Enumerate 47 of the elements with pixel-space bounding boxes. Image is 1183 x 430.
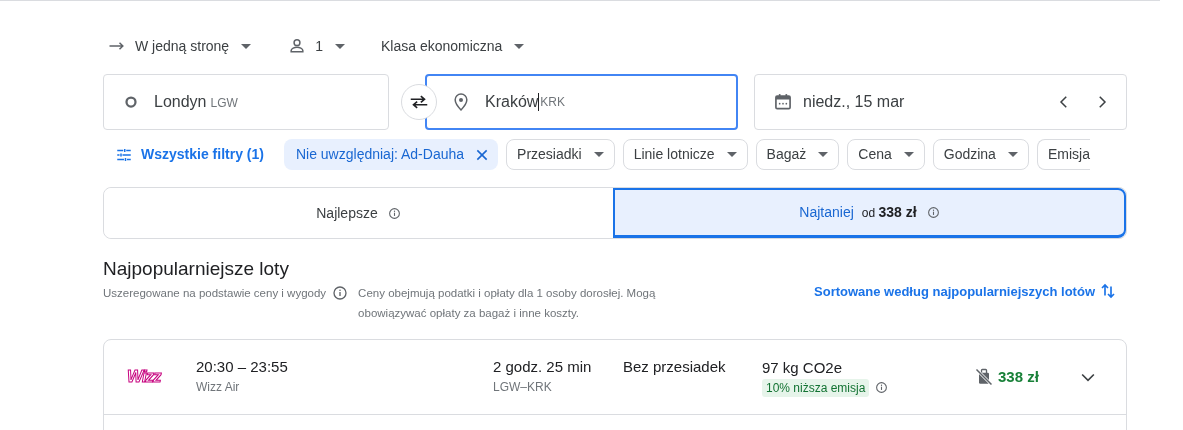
airline-logo: Wizz	[126, 366, 163, 389]
flight-price: 338 zł	[998, 366, 1039, 387]
origin-field[interactable]: Londyn LGW	[103, 74, 389, 130]
filter-dropdown[interactable]: Przesiadki	[506, 139, 615, 170]
caret-icon	[903, 152, 914, 157]
caret-icon	[593, 152, 604, 157]
crossed-out-bag-icon	[974, 367, 994, 387]
airline-name: Wizz Air	[196, 379, 241, 396]
section-title: Najpopularniejsze loty	[103, 257, 290, 281]
caret-icon	[1007, 152, 1018, 157]
passengers-dropdown[interactable]: 1	[283, 32, 353, 60]
stops-info: Bez przesiadek	[623, 357, 727, 377]
all-filters-button[interactable]: Wszystkie filtry (1)	[103, 139, 276, 170]
caret-icon	[818, 152, 829, 157]
info-icon	[332, 285, 349, 301]
route-codes: LGW–KRK	[493, 379, 553, 396]
date-field[interactable]: niedz., 15 mar	[754, 74, 1127, 130]
swap-button[interactable]	[401, 84, 437, 120]
calendar-icon	[773, 92, 793, 112]
trip-type-dropdown[interactable]: W jedną stronę	[103, 32, 260, 60]
cabin-class-dropdown[interactable]: Klasa ekonomiczna	[376, 32, 533, 60]
info-icon	[875, 381, 889, 394]
emissions-badge: 10% niższa emisja	[762, 378, 870, 397]
emissions-value: 97 kg CO2e	[762, 357, 844, 378]
excluded-airport-chip[interactable]: Nie uwzględniaj: Ad-Dauha	[283, 139, 499, 170]
filter-dropdown[interactable]: Emisja	[1036, 139, 1090, 170]
filter-dropdown[interactable]: Godzina	[932, 139, 1029, 170]
flight-times: 20:30 – 23:55	[196, 357, 289, 377]
info-icon	[926, 206, 940, 219]
sort-arrows-icon	[1099, 282, 1117, 300]
filter-dropdown[interactable]: Bagaż	[755, 139, 840, 170]
filter-dropdown[interactable]: Cena	[847, 139, 925, 170]
ranking-note: Uszeregowane na podstawie ceny i wygody	[103, 286, 327, 301]
info-icon	[387, 206, 401, 220]
caret-icon	[334, 43, 345, 49]
destination-field[interactable]: Kraków KRK	[425, 74, 738, 130]
sort-tab[interactable]: Najtaniej od 338 zł	[613, 188, 1126, 238]
caret-icon	[241, 43, 252, 49]
caret-icon	[514, 43, 525, 49]
location-pin-icon	[451, 92, 471, 112]
filter-dropdown[interactable]: Linie lotnicze	[622, 139, 748, 170]
date-value: niedz., 15 mar	[803, 92, 906, 112]
circle-icon	[122, 93, 140, 111]
flight-duration: 2 godz. 25 min	[493, 357, 593, 377]
caret-icon	[726, 152, 737, 157]
price-note: Ceny obejmują podatki i opłaty dla 1 osoby dorosłej. Mogą obowiązywać opłaty za bagaż i inne koszty.	[358, 286, 657, 321]
sort-link[interactable]: Sortowane według najpopularniejszych lotów	[814, 282, 1117, 302]
